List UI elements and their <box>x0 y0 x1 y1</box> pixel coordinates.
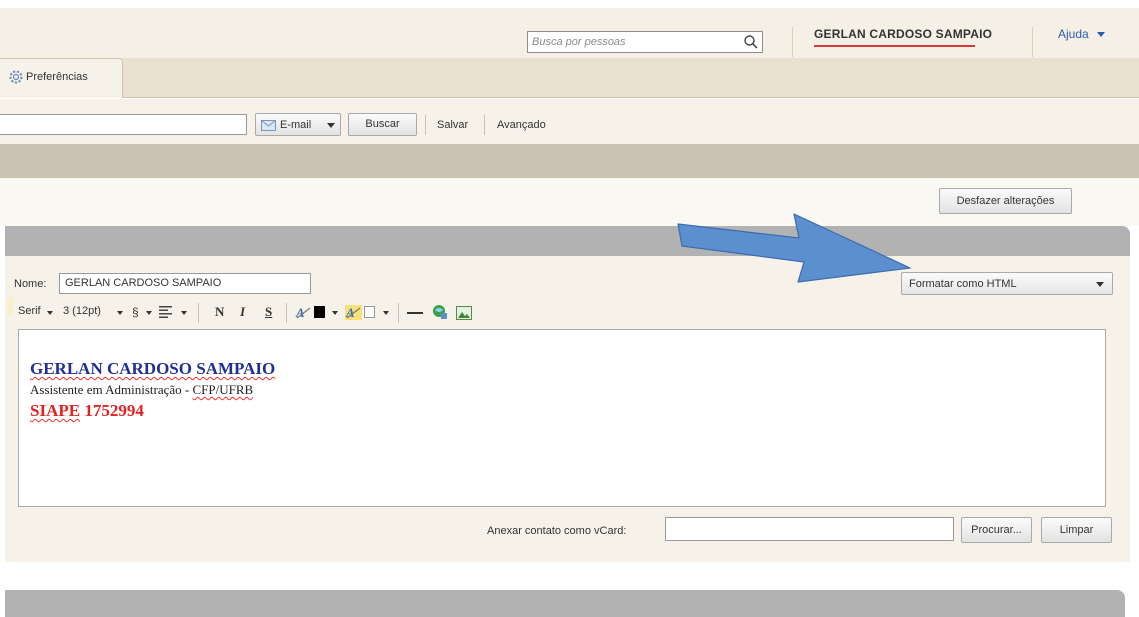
section-band <box>0 144 1139 178</box>
font-size-select[interactable]: 3 (12pt) <box>63 305 101 317</box>
bold-button[interactable]: N <box>215 304 224 320</box>
highlight-color-icon[interactable]: A <box>345 304 363 321</box>
insert-link-icon[interactable] <box>432 304 448 321</box>
tab-strip: Preferências <box>0 58 1139 98</box>
people-search-input[interactable] <box>532 34 737 50</box>
align-left-icon[interactable] <box>159 306 173 318</box>
chevron-down-icon <box>1096 282 1104 287</box>
clear-button[interactable]: Limpar <box>1041 517 1112 543</box>
signature-siape-number: 1752994 <box>80 401 144 420</box>
help-label: Ajuda <box>1058 27 1089 41</box>
horizontal-rule-icon[interactable] <box>407 312 423 314</box>
rich-text-toolbar: Serif 3 (12pt) § N I S A A <box>18 301 618 325</box>
header-divider-2 <box>1032 27 1033 57</box>
signature-role-org: CFP/UFRB <box>192 382 254 397</box>
signature-name-value: GERLAN CARDOSO SAMPAIO <box>30 359 276 378</box>
signature-name-field[interactable]: GERLAN CARDOSO SAMPAIO <box>59 273 311 294</box>
search-button[interactable]: Buscar <box>348 113 417 136</box>
signature-panel-header <box>5 226 1130 256</box>
insert-image-icon[interactable] <box>456 306 472 320</box>
chevron-down-icon[interactable] <box>146 311 152 315</box>
signature-name-text: GERLAN CARDOSO SAMPAIO <box>30 359 275 379</box>
chevron-down-icon[interactable] <box>117 311 123 315</box>
next-panel-header <box>5 590 1125 617</box>
tab-preferences-label: Preferências <box>26 71 88 83</box>
focus-marker <box>8 297 13 315</box>
underline-button[interactable]: S <box>265 304 272 320</box>
header-divider <box>792 27 793 57</box>
gear-icon <box>9 70 23 84</box>
chevron-down-icon <box>1096 32 1105 38</box>
toolbar-divider <box>198 303 199 323</box>
vcard-file-input[interactable] <box>665 517 954 541</box>
chevron-down-icon[interactable] <box>332 311 338 315</box>
section-sign-icon[interactable]: § <box>132 305 139 319</box>
email-type-dropdown[interactable]: E-mail <box>255 113 341 136</box>
user-name-underline <box>814 45 975 47</box>
format-select[interactable]: Formatar como HTML <box>901 272 1113 295</box>
top-header-bar: GERLAN CARDOSO SAMPAIO Ajuda <box>0 0 1139 58</box>
browse-button[interactable]: Procurar... <box>961 517 1032 543</box>
signature-siape-prefix: SIAPE <box>30 401 81 420</box>
toolbar-divider <box>484 115 485 135</box>
font-family-select[interactable]: Serif <box>18 305 41 317</box>
advanced-search-link[interactable]: Avançado <box>497 119 546 131</box>
signature-role-text: Assistente em Administração - CFP/UFRB <box>30 382 253 398</box>
chevron-down-icon[interactable] <box>383 311 389 315</box>
tab-preferences[interactable]: Preferências <box>0 58 123 98</box>
signature-role-prefix: Assistente em Administração - <box>30 382 193 397</box>
search-icon[interactable] <box>743 34 759 50</box>
panel-spacer <box>0 562 1139 590</box>
save-link[interactable]: Salvar <box>437 119 468 131</box>
search-query-input[interactable] <box>0 114 247 135</box>
people-search-box[interactable] <box>527 31 763 53</box>
format-select-value: Formatar como HTML <box>909 278 1017 290</box>
signature-siape-text: SIAPE 1752994 <box>30 401 144 421</box>
toolbar-divider <box>398 303 399 323</box>
chevron-down-icon[interactable] <box>181 311 187 315</box>
text-color-icon[interactable]: A <box>295 304 313 321</box>
toolbar-divider <box>286 303 287 323</box>
chevron-down-icon <box>327 123 335 128</box>
signature-name-label: Nome: <box>14 278 47 290</box>
vcard-label: Anexar contato como vCard: <box>487 525 627 537</box>
help-menu[interactable]: Ajuda <box>1058 27 1105 41</box>
current-user-name[interactable]: GERLAN CARDOSO SAMPAIO <box>814 27 992 41</box>
undo-changes-button[interactable]: Desfazer alterações <box>939 188 1072 214</box>
highlight-color-swatch[interactable] <box>364 306 375 318</box>
text-color-swatch[interactable] <box>314 306 325 318</box>
chevron-down-icon[interactable] <box>47 311 53 315</box>
envelope-icon <box>261 120 276 131</box>
blue-arrow-annotation <box>677 213 911 283</box>
search-toolbar: E-mail Buscar Salvar Avançado <box>0 99 1139 144</box>
signature-editor[interactable]: GERLAN CARDOSO SAMPAIO Assistente em Adm… <box>18 329 1106 507</box>
italic-button[interactable]: I <box>240 304 245 320</box>
toolbar-divider <box>425 115 426 135</box>
email-dropdown-label: E-mail <box>280 119 312 131</box>
